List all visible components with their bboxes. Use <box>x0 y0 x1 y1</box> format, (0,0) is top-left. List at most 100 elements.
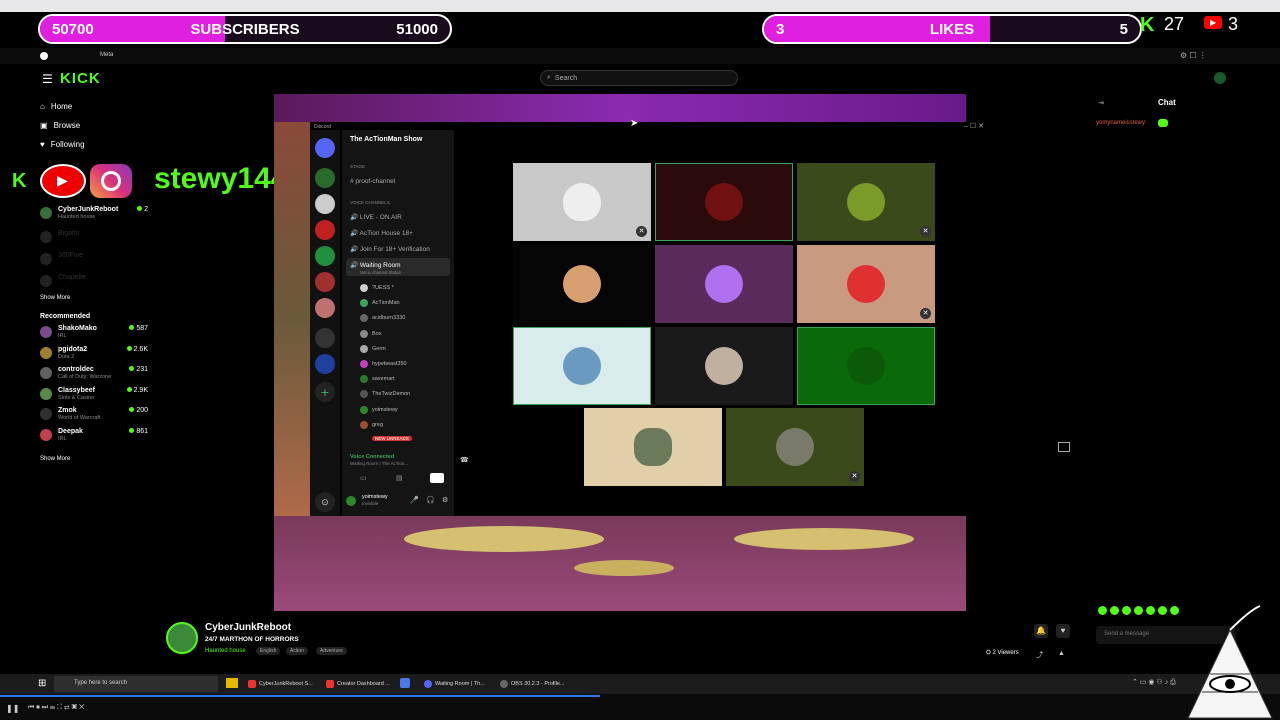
video-icon[interactable]: ▭ <box>360 474 367 482</box>
video-tile[interactable]: ✕ <box>513 163 651 241</box>
tag-english[interactable]: English <box>256 647 281 655</box>
recommended-item[interactable]: Classybeef Slots & Casino 2.9K <box>40 386 148 405</box>
streamer-avatar[interactable] <box>166 622 198 654</box>
recommended-item[interactable]: pgidota2 Dota 2 2.6K <box>40 345 148 364</box>
taskbar-app[interactable]: Creator Dashboard ... <box>326 678 390 690</box>
server-icon[interactable] <box>315 328 335 348</box>
search-input[interactable]: ⌕ Search <box>540 70 738 86</box>
add-server-icon[interactable]: + <box>315 382 335 402</box>
video-tile[interactable] <box>655 163 793 241</box>
taskbar-app[interactable]: Waiting Room | Th... <box>424 678 485 690</box>
show-more-following[interactable]: Show More <box>40 295 70 301</box>
voice-user[interactable]: Germ <box>360 344 386 353</box>
video-tile[interactable] <box>797 327 935 405</box>
more-icon[interactable]: ▲ <box>1058 650 1065 657</box>
avatar <box>776 428 814 466</box>
channel-verification[interactable]: 🔊 Join For 18+ Verification <box>350 245 430 253</box>
channel-status-hint[interactable]: Set a channel status <box>360 270 401 275</box>
mic-icon[interactable]: 🎤 <box>410 496 419 504</box>
following-item[interactable]: CyberJunkReboot Haunted house 2 <box>40 206 148 224</box>
activity-icon[interactable] <box>430 473 444 483</box>
video-tile[interactable]: ✕ <box>726 408 864 486</box>
video-tile[interactable] <box>584 408 722 486</box>
video-tile[interactable]: ✕ <box>797 245 935 323</box>
voice-user[interactable]: savemart <box>360 375 395 384</box>
streamer-name[interactable]: CyberJunkReboot <box>205 622 291 633</box>
headphones-icon[interactable]: 🎧 <box>426 496 435 504</box>
recommended-item[interactable]: Zmok World of Warcraft 200 <box>40 407 148 425</box>
discover-icon[interactable]: ⊙ <box>315 492 335 512</box>
voice-user[interactable]: TheTwizDemon <box>360 390 410 399</box>
channel-waiting-room[interactable]: 🔊 Waiting Room <box>350 261 400 269</box>
player-controls[interactable]: ⏮ ⏹ ⏭ ☰ ⛶ ⇄ ▣ ✕ <box>28 704 84 712</box>
mute-icon: ✕ <box>920 308 931 319</box>
tag-action[interactable]: Action <box>286 647 308 655</box>
video-tile[interactable] <box>655 327 793 405</box>
vscode-icon[interactable] <box>400 678 410 688</box>
avatar <box>40 346 52 359</box>
nav-following[interactable]: ♥ Following <box>40 140 85 149</box>
menu-icon[interactable]: ☰ <box>42 72 53 86</box>
pause-icon[interactable]: ❚❚ <box>6 704 19 713</box>
voice-user[interactable]: greg <box>360 420 383 429</box>
server-icon[interactable] <box>315 194 335 214</box>
server-icon[interactable] <box>315 298 335 318</box>
nav-home[interactable]: ⌂ Home <box>40 102 72 111</box>
window-controls[interactable]: – ☐ ✕ <box>964 122 984 130</box>
server-icon[interactable] <box>315 220 335 240</box>
following-item[interactable]: Bigalto <box>40 230 148 248</box>
bell-icon[interactable]: 🔔 <box>1034 624 1048 638</box>
following-item[interactable]: Chapelle <box>40 274 148 292</box>
avatar <box>847 265 885 303</box>
disconnect-icon[interactable]: ☎ <box>460 456 469 464</box>
new-unreads-badge[interactable]: NEW UNREADS <box>372 436 412 441</box>
nav-browse[interactable]: ▣ Browse <box>40 121 80 130</box>
stream-category[interactable]: Haunted house <box>205 648 246 654</box>
server-name[interactable]: The AcTionMan Show <box>350 136 422 143</box>
kick-logo[interactable]: KICK <box>60 70 101 87</box>
channel-proof[interactable]: # proof-channel <box>350 178 395 185</box>
user-avatar[interactable] <box>1214 72 1226 84</box>
playback-progress[interactable] <box>0 695 600 697</box>
voice-user[interactable]: yoimstewy <box>360 405 398 414</box>
following-item[interactable]: 360Five <box>40 252 148 270</box>
system-tray[interactable]: ⌃ ▭ ◉ ⚇ ♪ ⎙ <box>1132 678 1176 687</box>
collapse-chat-icon[interactable]: ⇥ <box>1098 99 1104 107</box>
video-tile[interactable] <box>513 327 651 405</box>
windows-start-icon[interactable]: ⊞ <box>38 678 46 689</box>
settings-icon[interactable]: ⚙ <box>442 496 448 504</box>
meta-tab-icon[interactable] <box>40 52 48 60</box>
server-icon[interactable] <box>315 272 335 292</box>
voice-user[interactable]: acidburn3330 <box>360 314 405 323</box>
channel-live[interactable]: 🔊 LIVE - ON AIR <box>350 213 402 221</box>
fullscreen-icon[interactable] <box>1058 442 1070 452</box>
channel-list: The AcTionMan Show STAGE # proof-channel… <box>342 130 469 516</box>
recommended-item[interactable]: Deepak IRL 861 <box>40 427 148 446</box>
video-tile[interactable] <box>513 245 651 323</box>
discord-home-icon[interactable] <box>315 138 335 158</box>
share-icon[interactable]: ⤴ <box>1036 650 1043 660</box>
voice-user[interactable]: Box <box>360 329 381 338</box>
recommended-item[interactable]: controldec Call of Duty: Warzone 231 <box>40 366 148 384</box>
voice-connected-label: Voice Connected <box>350 454 395 460</box>
recommended-item[interactable]: ShakoMako IRL 587 <box>40 325 148 343</box>
screen-share-icon[interactable]: ▤ <box>396 474 403 482</box>
voice-user[interactable]: hypebeast350 <box>360 360 407 368</box>
browser-controls[interactable]: ⚙ ☐ ⋮ <box>1180 51 1207 60</box>
taskbar-app[interactable]: OBS 30.2.3 - Profile... <box>500 678 565 690</box>
tag-adventure[interactable]: Adventure <box>316 647 347 655</box>
taskbar-app[interactable]: CyberJunkReboot S... <box>248 678 313 690</box>
voice-user[interactable]: AcTionMan <box>360 299 400 308</box>
taskbar-search[interactable]: Type here to search <box>54 676 218 692</box>
server-icon[interactable] <box>315 354 335 374</box>
video-tile[interactable] <box>655 245 793 323</box>
follow-heart-icon[interactable]: ♥ <box>1056 624 1070 638</box>
file-explorer-icon[interactable] <box>226 678 238 688</box>
video-tile[interactable]: ✕ <box>797 163 935 241</box>
server-icon[interactable] <box>315 246 335 266</box>
server-icon[interactable] <box>315 168 335 188</box>
avatar[interactable] <box>346 496 356 506</box>
show-more-recommended[interactable]: Show More <box>40 456 70 462</box>
voice-user[interactable]: ?UESS * <box>360 284 394 292</box>
channel-action-house[interactable]: 🔊 AcTion House 18+ <box>350 229 413 237</box>
